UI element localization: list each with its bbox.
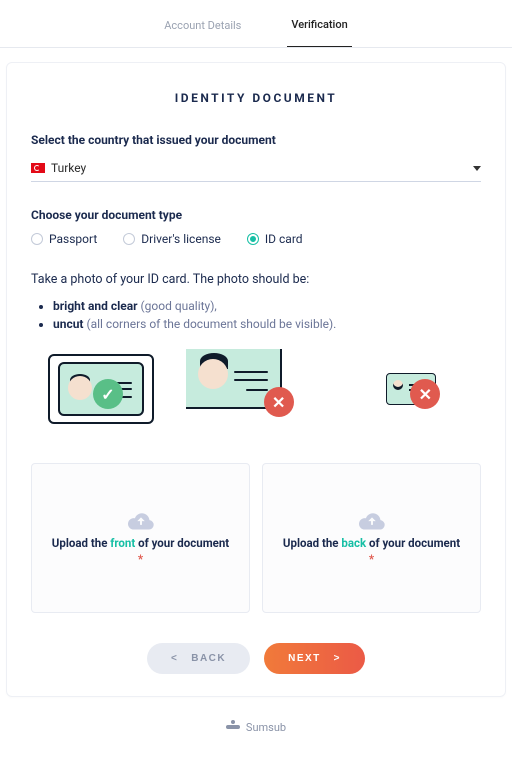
requirement-bold: bright and clear	[53, 299, 138, 313]
example-images: ✓ ✕ ✕	[31, 349, 481, 429]
radio-label: ID card	[265, 232, 303, 246]
t: of your document	[135, 536, 229, 550]
upload-front-label: Upload the front of your document *	[50, 535, 231, 567]
radio-label: Passport	[49, 232, 97, 246]
page-title: IDENTITY DOCUMENT	[31, 91, 481, 105]
t: back	[341, 536, 366, 550]
requirement-bold: uncut	[53, 317, 83, 331]
tab-verification[interactable]: Verification	[287, 2, 351, 47]
upload-back-button[interactable]: Upload the back of your document *	[262, 463, 481, 613]
radio-label: Driver's license	[141, 232, 221, 246]
chevron-left-icon: <	[171, 653, 178, 664]
flag-turkey-icon	[31, 163, 45, 173]
example-small: ✕	[340, 349, 481, 429]
t: front	[110, 536, 135, 550]
next-button[interactable]: NEXT >	[264, 643, 365, 674]
top-tabs: Account Details Verification	[0, 2, 512, 48]
country-selected-value: Turkey	[51, 161, 86, 175]
chevron-down-icon	[473, 166, 481, 171]
requirement-item: bright and clear (good quality),	[53, 299, 481, 313]
verification-card: IDENTITY DOCUMENT Select the country tha…	[6, 62, 506, 697]
upload-area: Upload the front of your document * Uplo…	[31, 463, 481, 613]
required-star: *	[369, 552, 374, 566]
upload-front-button[interactable]: Upload the front of your document *	[31, 463, 250, 613]
back-label: BACK	[191, 653, 226, 664]
sumsub-icon	[226, 723, 240, 733]
doctype-label: Choose your document type	[31, 208, 481, 222]
upload-cloud-icon	[126, 509, 156, 535]
chevron-right-icon: >	[334, 653, 341, 664]
required-star: *	[138, 552, 143, 566]
radio-icon	[123, 233, 135, 245]
t: Upload the	[283, 536, 341, 550]
check-icon: ✓	[93, 379, 123, 409]
upload-cloud-icon	[357, 509, 387, 535]
doctype-radio-group: Passport Driver's license ID card	[31, 232, 481, 246]
brand-text: Sumsub	[246, 721, 286, 734]
example-good: ✓	[31, 349, 172, 429]
photo-instruction: Take a photo of your ID card. The photo …	[31, 272, 481, 287]
t: Upload the	[52, 536, 110, 550]
requirement-rest: (all corners of the document should be v…	[83, 317, 336, 331]
tab-account-details[interactable]: Account Details	[160, 3, 245, 47]
radio-id-card[interactable]: ID card	[247, 232, 303, 246]
t: of your document	[366, 536, 460, 550]
country-label: Select the country that issued your docu…	[31, 133, 481, 147]
example-cut: ✕	[186, 349, 327, 429]
requirements-list: bright and clear (good quality), uncut (…	[31, 299, 481, 331]
requirement-item: uncut (all corners of the document shoul…	[53, 317, 481, 331]
next-label: NEXT	[288, 653, 321, 664]
radio-icon	[247, 233, 259, 245]
radio-passport[interactable]: Passport	[31, 232, 97, 246]
footer-brand: Sumsub	[0, 707, 512, 742]
back-button[interactable]: < BACK	[147, 643, 250, 674]
upload-back-label: Upload the back of your document *	[281, 535, 462, 567]
requirement-rest: (good quality),	[138, 299, 217, 313]
radio-icon	[31, 233, 43, 245]
country-select[interactable]: Turkey	[31, 157, 481, 182]
action-buttons: < BACK NEXT >	[31, 643, 481, 674]
radio-drivers-license[interactable]: Driver's license	[123, 232, 221, 246]
cross-icon: ✕	[264, 387, 294, 417]
cross-icon: ✕	[410, 379, 440, 409]
